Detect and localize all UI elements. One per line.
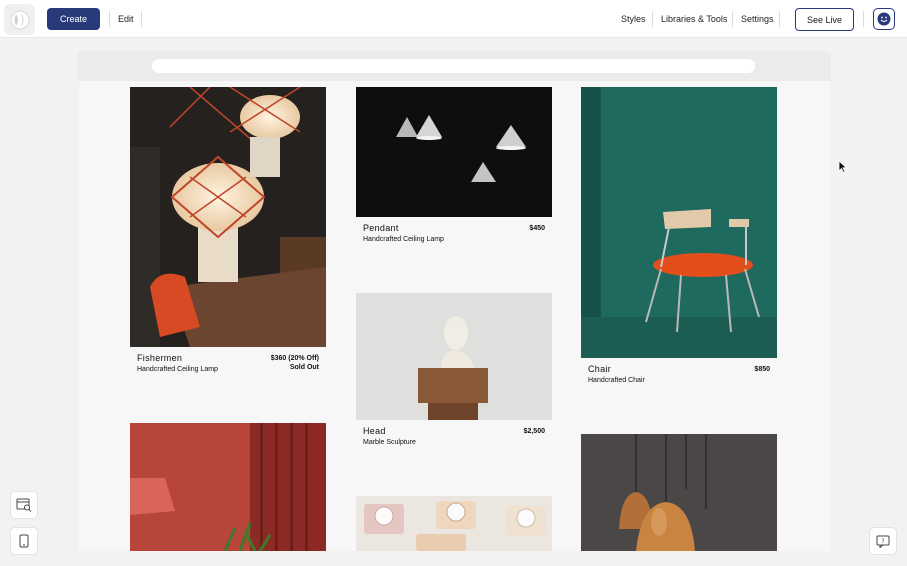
divider	[779, 11, 780, 27]
divider	[109, 11, 110, 27]
product-card[interactable]: Chair Handcrafted Chair $850	[581, 87, 777, 390]
product-title: Head	[363, 426, 386, 436]
product-title: Pendant	[363, 223, 399, 233]
product-meta: Chair Handcrafted Chair $850	[581, 358, 777, 390]
logo-icon[interactable]	[4, 4, 35, 35]
product-price: $360 (20% Off) Sold Out	[271, 355, 319, 371]
mobile-icon[interactable]	[10, 527, 38, 555]
product-price: $850	[754, 366, 770, 373]
product-image-pendant	[356, 87, 552, 217]
product-card[interactable]: Pendant Handcrafted Ceiling Lamp $450	[356, 87, 552, 249]
product-subtitle: Handcrafted Ceiling Lamp	[363, 236, 444, 243]
product-subtitle: Handcrafted Chair	[588, 377, 645, 384]
product-image-copper-pendant	[581, 434, 777, 551]
see-live-button[interactable]: See Live	[795, 8, 854, 31]
mouse-cursor-icon	[838, 160, 848, 174]
styles-link[interactable]: Styles	[621, 13, 646, 25]
product-image-red-room	[130, 423, 326, 551]
product-meta: Fishermen Handcrafted Ceiling Lamp $360 …	[130, 347, 326, 379]
smiley-icon[interactable]	[873, 8, 895, 30]
site-preview: Fishermen Handcrafted Ceiling Lamp $360 …	[79, 81, 830, 551]
product-card[interactable]: Fishermen Handcrafted Ceiling Lamp $360 …	[130, 87, 326, 379]
product-title: Chair	[588, 364, 612, 374]
product-subtitle: Marble Sculpture	[363, 439, 416, 446]
product-card[interactable]	[130, 423, 326, 551]
divider	[732, 11, 733, 27]
sold-out-label: Sold Out	[289, 364, 319, 371]
settings-link[interactable]: Settings	[741, 13, 774, 25]
product-image-soap	[356, 496, 552, 551]
product-image-chair	[581, 87, 777, 358]
product-meta: Head Marble Sculpture $2,500	[356, 420, 552, 452]
divider	[863, 11, 864, 27]
product-image-fishermen	[130, 87, 326, 347]
product-meta: Pendant Handcrafted Ceiling Lamp $450	[356, 217, 552, 249]
product-image-head	[356, 293, 552, 420]
create-button[interactable]: Create	[47, 8, 100, 30]
product-price: $2,500	[523, 428, 545, 435]
product-card[interactable]: Head Marble Sculpture $2,500	[356, 293, 552, 452]
product-price: $450	[529, 225, 545, 232]
help-icon[interactable]: ?	[869, 527, 897, 555]
top-bar: Create Edit Styles Libraries & Tools Set…	[0, 0, 907, 38]
price-text: $360 (20% Off)	[270, 355, 319, 362]
browser-search-icon[interactable]	[10, 491, 38, 519]
libraries-tools-link[interactable]: Libraries & Tools	[661, 13, 727, 25]
svg-text:?: ?	[881, 538, 884, 545]
edit-link[interactable]: Edit	[118, 13, 134, 25]
divider	[141, 11, 142, 27]
divider	[652, 11, 653, 27]
address-bar[interactable]	[152, 59, 755, 73]
product-card[interactable]	[581, 434, 777, 551]
product-card[interactable]	[356, 496, 552, 551]
